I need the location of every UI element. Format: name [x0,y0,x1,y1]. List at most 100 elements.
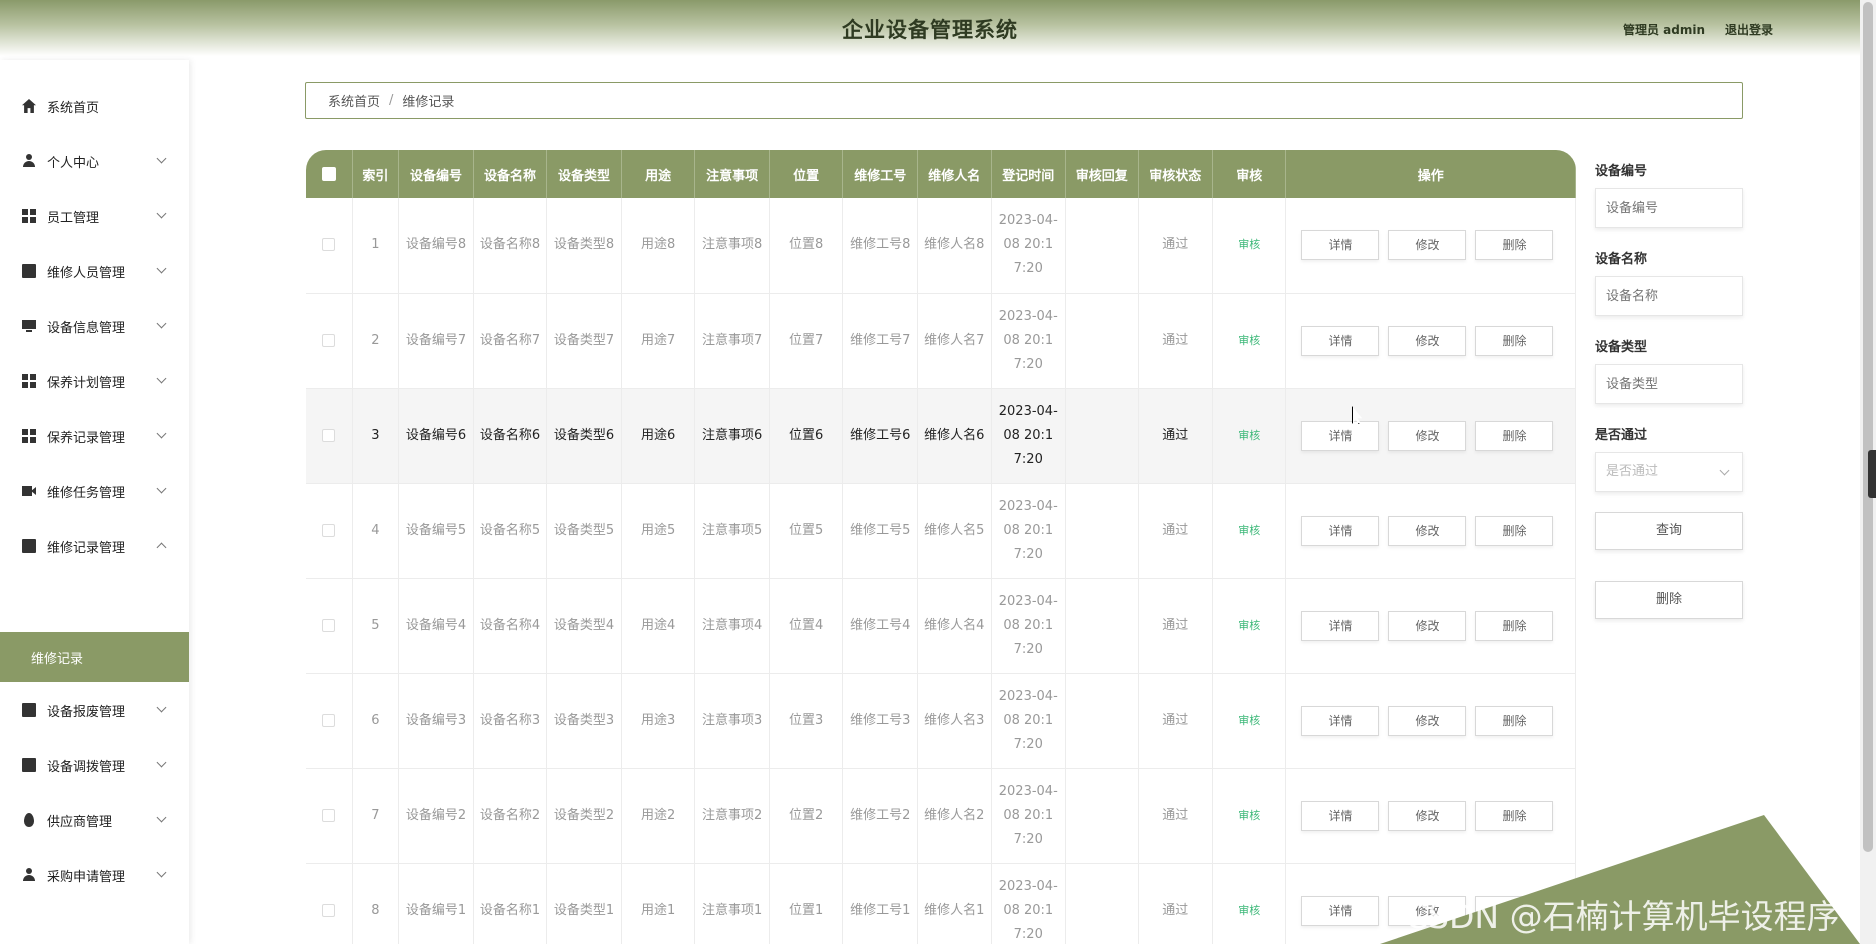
cell-actions: 详情修改删除 [1285,388,1576,484]
pin-icon [24,813,34,827]
batch-delete-button[interactable]: 删除 [1595,581,1743,619]
detail-button[interactable]: 详情 [1301,705,1380,736]
cell-name: 设备名称5 [473,483,548,579]
filter-type-input[interactable] [1595,364,1743,404]
filter-pass-select[interactable]: 是否通过 [1595,452,1743,492]
sidebar-item-equipment-transfer[interactable]: 设备调拨管理 [0,741,189,789]
audit-link[interactable]: 审核 [1238,904,1260,917]
cell-loc: 位置5 [769,483,844,579]
logout-link[interactable]: 退出登录 [1725,21,1773,38]
cell-reply [1065,578,1139,674]
cell-time: 2023-04-08 20:17:20 [991,768,1067,864]
column-header: 索引 [352,150,400,198]
delete-button[interactable]: 删除 [1475,705,1554,736]
sidebar-item-purchase-request[interactable]: 采购申请管理 [0,851,189,899]
page-scrollbar[interactable] [1860,0,1876,944]
row-checkbox[interactable] [322,333,336,347]
select-all-checkbox[interactable] [321,167,336,181]
row-checkbox[interactable] [322,238,336,252]
column-header: 审核状态 [1138,150,1214,198]
detail-button[interactable]: 详情 [1301,325,1380,356]
edit-button[interactable]: 修改 [1388,610,1467,641]
sidebar-item-label: 员工管理 [47,210,100,226]
filter-type-label: 设备类型 [1595,340,1648,355]
edit-button[interactable]: 修改 [1388,515,1467,546]
sidebar-item-repair-staff[interactable]: 维修人员管理 [0,247,189,295]
sidebar-item-repair-record[interactable]: 维修记录管理 [0,522,189,570]
sidebar-item-home[interactable]: 系统首页 [0,82,189,130]
detail-button[interactable]: 详情 [1301,895,1380,926]
row-checkbox[interactable] [322,428,336,442]
cell-audit: 审核 [1212,388,1287,484]
edit-button[interactable]: 修改 [1388,420,1467,451]
cell-audit: 审核 [1212,198,1287,294]
table-row: 7 设备编号2 设备名称2 设备类型2 用途2 注意事项2 位置2 维修工号2 维修人名2 202… [306,768,1576,864]
filter-name-input[interactable] [1595,276,1743,316]
cell-reply [1065,863,1139,944]
cell-time: 2023-04-08 20:17:20 [991,483,1067,579]
sidebar-item-maintenance-plan[interactable]: 保养计划管理 [0,357,189,405]
sidebar-item-equipment-scrap[interactable]: 设备报废管理 [0,686,189,734]
chevron-down-icon [156,428,167,439]
sidebar-item-equipment-info[interactable]: 设备信息管理 [0,302,189,350]
cell-loc: 位置1 [769,863,844,944]
detail-button[interactable]: 详情 [1301,420,1380,451]
chevron-down-icon [156,757,167,768]
breadcrumb-home-link[interactable]: 系统首页 [328,91,380,110]
audit-link[interactable]: 审核 [1238,809,1260,822]
row-select-cell[interactable] [306,768,353,864]
search-button[interactable]: 查询 [1595,512,1743,550]
detail-button[interactable]: 详情 [1301,610,1380,641]
audit-link[interactable]: 审核 [1238,238,1260,251]
audit-link[interactable]: 审核 [1238,334,1260,347]
cell-code: 设备编号2 [398,768,474,864]
row-checkbox[interactable] [322,713,336,727]
table-row: 2 设备编号7 设备名称7 设备类型7 用途7 注意事项7 位置7 维修工号7 维修人名7 202… [306,293,1576,389]
cell-wno: 维修工号7 [842,293,918,389]
sidebar-item-repair-task[interactable]: 维修任务管理 [0,467,189,515]
filter-code-input[interactable] [1595,188,1743,228]
sidebar-item-supplier[interactable]: 供应商管理 [0,796,189,844]
sidebar-item-personal-center[interactable]: 个人中心 [0,137,189,185]
audit-link[interactable]: 审核 [1238,429,1260,442]
row-checkbox[interactable] [322,618,336,632]
detail-button[interactable]: 详情 [1301,800,1380,831]
delete-button[interactable]: 删除 [1475,610,1554,641]
sidebar-item-maintenance-record[interactable]: 保养记录管理 [0,412,189,460]
edit-button[interactable]: 修改 [1388,705,1467,736]
sidebar-subitem-repair-record[interactable]: 维修记录 [0,632,189,682]
audit-link[interactable]: 审核 [1238,524,1260,537]
filter-pass-label: 是否通过 [1595,428,1648,443]
sidebar-item-label: 设备调拨管理 [47,759,126,775]
cell-use: 用途4 [621,578,696,674]
row-select-cell[interactable] [306,198,353,294]
row-select-cell[interactable] [306,578,353,674]
detail-button[interactable]: 详情 [1301,230,1380,261]
row-checkbox[interactable] [322,903,336,917]
edit-button[interactable]: 修改 [1388,800,1467,831]
select-all-header[interactable] [306,150,353,198]
row-select-cell[interactable] [306,293,353,389]
audit-link[interactable]: 审核 [1238,619,1260,632]
sidebar-item-staff[interactable]: 员工管理 [0,192,189,240]
row-checkbox[interactable] [322,808,336,822]
cell-audit: 审核 [1212,768,1287,864]
delete-button[interactable]: 删除 [1475,515,1554,546]
edit-button[interactable]: 修改 [1388,325,1467,356]
row-select-cell[interactable] [306,863,353,944]
delete-button[interactable]: 删除 [1475,800,1554,831]
delete-button[interactable]: 删除 [1475,230,1554,261]
row-checkbox[interactable] [322,523,336,537]
edit-button[interactable]: 修改 [1388,230,1467,261]
audit-link[interactable]: 审核 [1238,714,1260,727]
delete-button[interactable]: 删除 [1475,420,1554,451]
detail-button[interactable]: 详情 [1301,515,1380,546]
cell-audit: 审核 [1212,673,1287,769]
row-select-cell[interactable] [306,388,353,484]
row-select-cell[interactable] [306,483,353,579]
column-header: 操作 [1285,150,1576,198]
row-select-cell[interactable] [306,673,353,769]
scrollbar-thumb[interactable] [1863,2,1873,852]
column-header: 设备编号 [398,150,474,198]
delete-button[interactable]: 删除 [1475,325,1554,356]
